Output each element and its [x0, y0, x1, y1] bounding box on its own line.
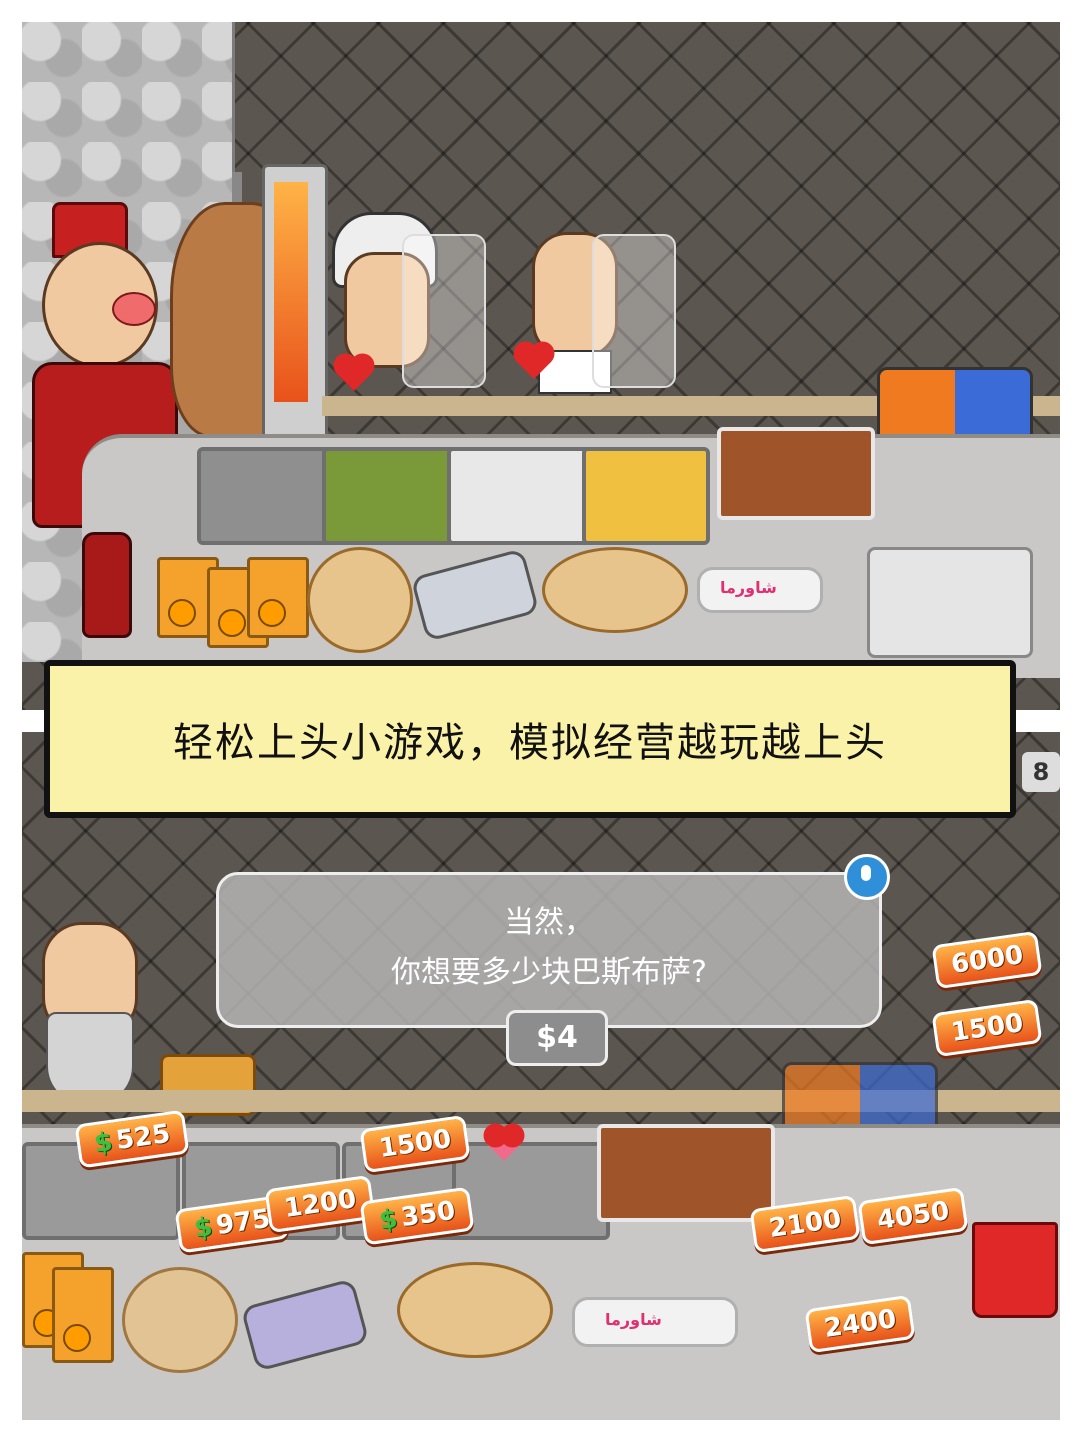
assembling-sandwich[interactable]	[397, 1262, 553, 1358]
tray-kibbeh[interactable]	[597, 1124, 775, 1222]
wrap-label: شاورما	[605, 1310, 662, 1329]
caption-text: 轻松上头小游戏，模拟经营越玩越上头	[173, 720, 887, 766]
wrapped-shawarma[interactable]: شاورما	[697, 567, 823, 613]
heart-icon	[487, 1127, 521, 1161]
tray-fries[interactable]	[582, 447, 710, 545]
fries-box[interactable]	[972, 1222, 1058, 1318]
pita-stack[interactable]	[307, 547, 413, 653]
order-bubble-2	[592, 234, 676, 388]
coin-counter-value: 8	[1032, 758, 1050, 786]
heart-icon	[337, 357, 371, 391]
napkin-stack[interactable]	[867, 547, 1033, 658]
upgrade-scene-bottom: 8 当然， 你想要多少块巴斯布萨? $4 شاورما $525 $975 12…	[22, 732, 1060, 1420]
shawarma-spit[interactable]	[162, 164, 332, 472]
dialog-line-1: 当然，	[504, 905, 594, 940]
chef-nose	[112, 292, 156, 326]
ketchup-bottle[interactable]	[82, 532, 132, 638]
dialog-line-2: 你想要多少块巴斯布萨?	[391, 955, 707, 990]
caption-banner: 轻松上头小游戏，模拟经营越玩越上头	[44, 660, 1016, 818]
assembling-sandwich[interactable]	[542, 547, 688, 633]
wrap-label: شاورما	[720, 578, 777, 597]
coin-counter: 8	[1022, 752, 1060, 792]
like-hand-heart[interactable]	[472, 1112, 532, 1172]
tray-kibbeh[interactable]	[717, 427, 875, 520]
dollar-icon: $	[192, 1211, 215, 1245]
juice-box[interactable]	[247, 557, 309, 638]
dollar-icon: $	[92, 1126, 115, 1160]
heater-flame	[274, 182, 308, 402]
tray-garlic-sauce[interactable]	[447, 447, 595, 545]
order-bubble-1	[402, 234, 486, 388]
gameplay-scene-top: شاورما	[22, 22, 1060, 710]
microphone-icon[interactable]	[844, 854, 890, 900]
wrapped-shawarma[interactable]: شاورما	[572, 1297, 738, 1347]
dialog-bubble: 当然， 你想要多少块巴斯布萨?	[216, 872, 882, 1028]
offer-price: $4	[506, 1010, 608, 1066]
juice-box[interactable]	[52, 1267, 114, 1363]
pita-stack[interactable]	[122, 1267, 238, 1373]
dollar-icon: $	[377, 1203, 400, 1237]
